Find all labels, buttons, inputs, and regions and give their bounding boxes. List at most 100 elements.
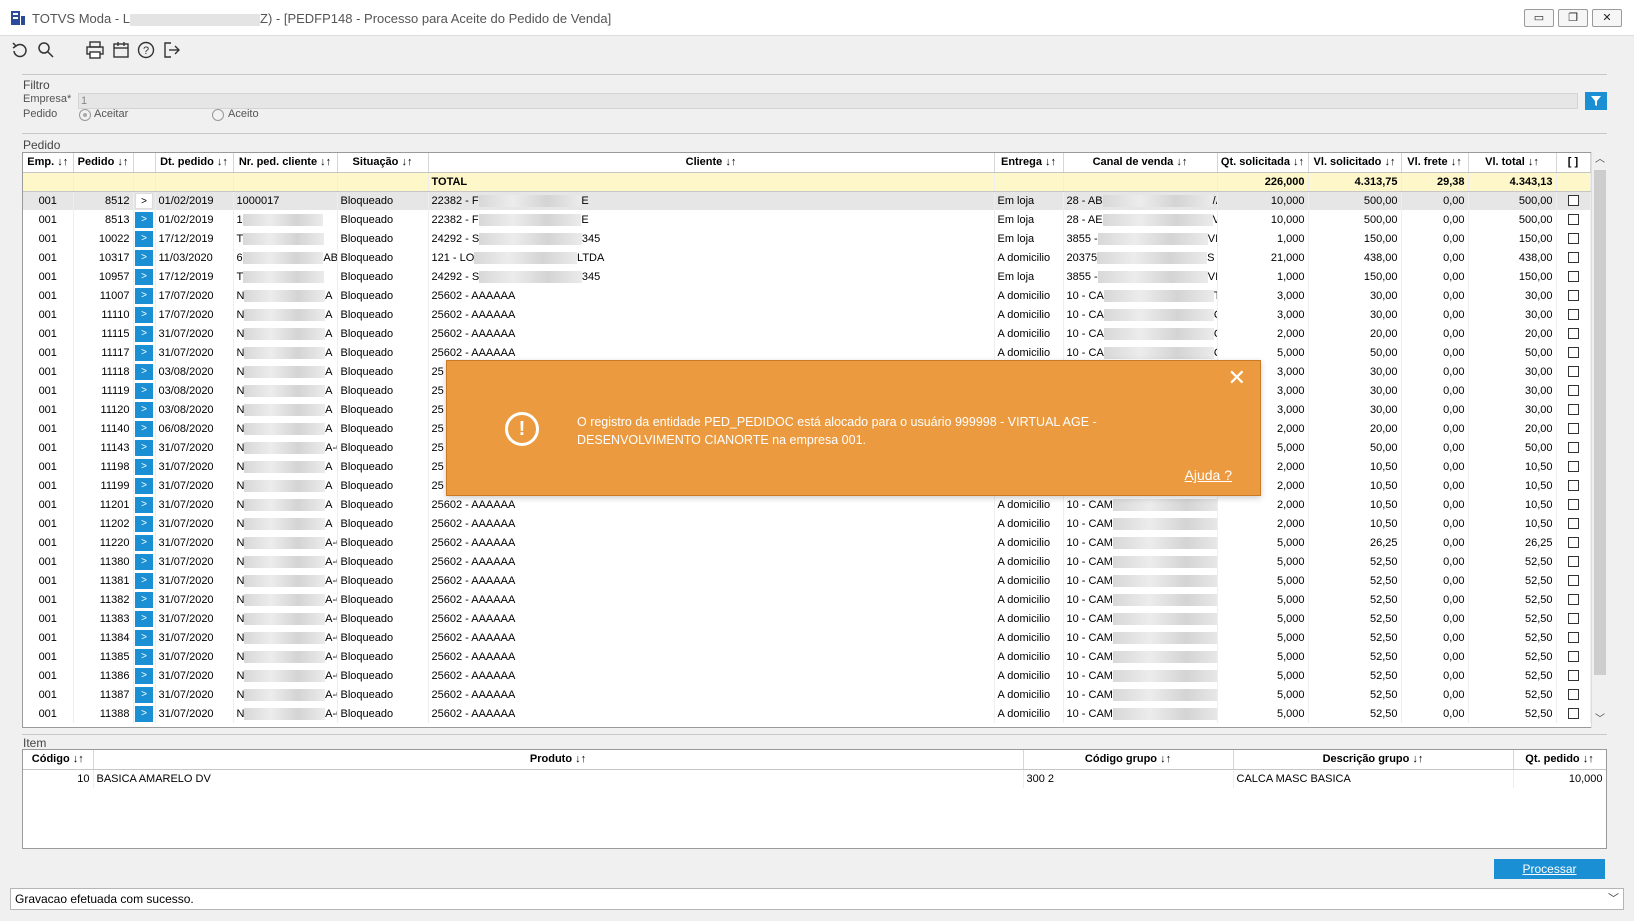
row-checkbox[interactable] bbox=[1567, 499, 1579, 511]
row-checkbox[interactable] bbox=[1567, 442, 1579, 454]
cell-expand[interactable]: > bbox=[133, 191, 156, 210]
scroll-up-icon[interactable]: ︿ bbox=[1592, 152, 1608, 168]
cell-checkbox[interactable] bbox=[1556, 191, 1591, 210]
cell-expand[interactable]: > bbox=[133, 685, 156, 704]
item-col-header[interactable]: Descrição grupo ↓↑ bbox=[1233, 750, 1514, 770]
help-icon[interactable]: ? bbox=[136, 40, 158, 62]
cell-checkbox[interactable] bbox=[1556, 647, 1591, 666]
expand-row-button[interactable]: > bbox=[135, 667, 153, 684]
radio-aceito[interactable] bbox=[212, 109, 224, 121]
cell-checkbox[interactable] bbox=[1556, 685, 1591, 704]
expand-row-button[interactable]: > bbox=[135, 401, 153, 418]
close-window-button[interactable]: ✕ bbox=[1592, 9, 1622, 27]
expand-row-button[interactable]: > bbox=[135, 325, 153, 342]
row-checkbox[interactable] bbox=[1567, 271, 1579, 283]
table-row[interactable]: 00111383>31/07/2020NXXXXXXXXXXXA-0Bloque… bbox=[23, 609, 1591, 628]
table-row[interactable]: 00111381>31/07/2020NXXXXXXXXXXXA-0Bloque… bbox=[23, 571, 1591, 590]
row-checkbox[interactable] bbox=[1567, 195, 1579, 207]
cell-expand[interactable]: > bbox=[133, 267, 156, 286]
expand-row-button[interactable]: > bbox=[135, 572, 153, 589]
minimize-button[interactable]: ▭ bbox=[1524, 9, 1554, 27]
pedido-col-header[interactable]: Vl. solicitado ↓↑ bbox=[1308, 153, 1402, 173]
cell-checkbox[interactable] bbox=[1556, 419, 1591, 438]
item-col-header[interactable]: Código grupo ↓↑ bbox=[1023, 750, 1234, 770]
table-row[interactable]: 00111220>31/07/2020NXXXXXXXXXXXA-0Bloque… bbox=[23, 533, 1591, 552]
pedido-col-header[interactable]: Vl. total ↓↑ bbox=[1468, 153, 1557, 173]
cell-checkbox[interactable] bbox=[1556, 381, 1591, 400]
cell-expand[interactable]: > bbox=[133, 533, 156, 552]
expand-row-button[interactable]: > bbox=[135, 363, 153, 380]
table-row[interactable]: 00111385>31/07/2020NXXXXXXXXXXXA-0Bloque… bbox=[23, 647, 1591, 666]
expand-row-button[interactable]: > bbox=[135, 648, 153, 665]
expand-row-button[interactable]: > bbox=[135, 515, 153, 532]
cell-expand[interactable]: > bbox=[133, 210, 156, 229]
pedido-scrollbar[interactable]: ︿ ﹀ bbox=[1591, 152, 1607, 728]
cell-expand[interactable]: > bbox=[133, 343, 156, 362]
table-row[interactable]: 00110317>11/03/20206XXXXXXXXXXXABBloquea… bbox=[23, 248, 1591, 267]
cell-expand[interactable]: > bbox=[133, 438, 156, 457]
row-checkbox[interactable] bbox=[1567, 233, 1579, 245]
expand-row-button[interactable]: > bbox=[135, 211, 153, 228]
expand-row-button[interactable]: > bbox=[135, 705, 153, 722]
table-row[interactable]: 00111202>31/07/2020NXXXXXXXXXXXABloquead… bbox=[23, 514, 1591, 533]
row-checkbox[interactable] bbox=[1567, 537, 1579, 549]
cell-expand[interactable]: > bbox=[133, 666, 156, 685]
expand-row-button[interactable]: > bbox=[135, 420, 153, 437]
row-checkbox[interactable] bbox=[1567, 708, 1579, 720]
pedido-col-header[interactable]: [ ] bbox=[1556, 153, 1591, 173]
table-row[interactable]: 00111387>31/07/2020NXXXXXXXXXXXA-0Bloque… bbox=[23, 685, 1591, 704]
print-icon[interactable] bbox=[85, 40, 107, 62]
pedido-col-header[interactable]: Cliente ↓↑ bbox=[428, 153, 995, 173]
table-row[interactable]: 00111380>31/07/2020NXXXXXXXXXXXA-0Bloque… bbox=[23, 552, 1591, 571]
radio-aceitar[interactable] bbox=[79, 109, 91, 121]
row-checkbox[interactable] bbox=[1567, 404, 1579, 416]
row-checkbox[interactable] bbox=[1567, 670, 1579, 682]
cell-checkbox[interactable] bbox=[1556, 210, 1591, 229]
row-checkbox[interactable] bbox=[1567, 366, 1579, 378]
row-checkbox[interactable] bbox=[1567, 594, 1579, 606]
cell-checkbox[interactable] bbox=[1556, 571, 1591, 590]
row-checkbox[interactable] bbox=[1567, 651, 1579, 663]
row-checkbox[interactable] bbox=[1567, 423, 1579, 435]
scroll-down-icon[interactable]: ﹀ bbox=[1592, 712, 1608, 728]
refresh-icon[interactable] bbox=[10, 40, 32, 62]
table-row[interactable]: 00111115>31/07/2020NXXXXXXXXXXXABloquead… bbox=[23, 324, 1591, 343]
pedido-col-header[interactable]: Nr. ped. cliente ↓↑ bbox=[233, 153, 338, 173]
item-col-header[interactable]: Código ↓↑ bbox=[23, 750, 94, 770]
close-icon[interactable]: ✕ bbox=[1228, 367, 1246, 389]
expand-row-button[interactable]: > bbox=[135, 192, 153, 209]
expand-row-button[interactable]: > bbox=[135, 610, 153, 627]
cell-expand[interactable]: > bbox=[133, 552, 156, 571]
item-row[interactable]: 10 BASICA AMARELO DV 300 2 CALCA MASC BASIC… bbox=[23, 769, 1606, 788]
pedido-col-header[interactable]: Canal de venda ↓↑ bbox=[1063, 153, 1218, 173]
cell-checkbox[interactable] bbox=[1556, 495, 1591, 514]
cell-checkbox[interactable] bbox=[1556, 248, 1591, 267]
cell-expand[interactable]: > bbox=[133, 400, 156, 419]
expand-row-button[interactable]: > bbox=[135, 629, 153, 646]
row-checkbox[interactable] bbox=[1567, 575, 1579, 587]
expand-row-button[interactable]: > bbox=[135, 249, 153, 266]
pedido-col-header[interactable]: Pedido ↓↑ bbox=[73, 153, 134, 173]
cell-checkbox[interactable] bbox=[1556, 704, 1591, 723]
pedido-col-header[interactable]: Entrega ↓↑ bbox=[994, 153, 1064, 173]
table-row[interactable]: 00110022>17/12/2019TXXXXXXXXXXXBloqueado… bbox=[23, 229, 1591, 248]
row-checkbox[interactable] bbox=[1567, 556, 1579, 568]
process-button[interactable]: Processar bbox=[1494, 859, 1605, 879]
table-row[interactable]: 00111388>31/07/2020NXXXXXXXXXXXA-0Bloque… bbox=[23, 704, 1591, 723]
row-checkbox[interactable] bbox=[1567, 461, 1579, 473]
cell-expand[interactable]: > bbox=[133, 286, 156, 305]
table-row[interactable]: 00110957>17/12/2019TXXXXXXXXXXXBloqueado… bbox=[23, 267, 1591, 286]
pedido-col-header[interactable]: Emp. ↓↑ bbox=[23, 153, 74, 173]
cell-expand[interactable]: > bbox=[133, 628, 156, 647]
cell-expand[interactable]: > bbox=[133, 457, 156, 476]
expand-row-button[interactable]: > bbox=[135, 268, 153, 285]
pedido-col-header[interactable]: Qt. solicitada ↓↑ bbox=[1217, 153, 1309, 173]
table-row[interactable]: 00111384>31/07/2020NXXXXXXXXXXXA-0Bloque… bbox=[23, 628, 1591, 647]
pedido-col-header[interactable]: Situação ↓↑ bbox=[337, 153, 429, 173]
search-icon[interactable] bbox=[36, 40, 58, 62]
cell-checkbox[interactable] bbox=[1556, 229, 1591, 248]
pedido-col-header[interactable]: Dt. pedido ↓↑ bbox=[155, 153, 234, 173]
pedido-col-header[interactable]: Vl. frete ↓↑ bbox=[1401, 153, 1469, 173]
cell-expand[interactable]: > bbox=[133, 419, 156, 438]
table-row[interactable]: 00111386>31/07/2020NXXXXXXXXXXXA-0Bloque… bbox=[23, 666, 1591, 685]
